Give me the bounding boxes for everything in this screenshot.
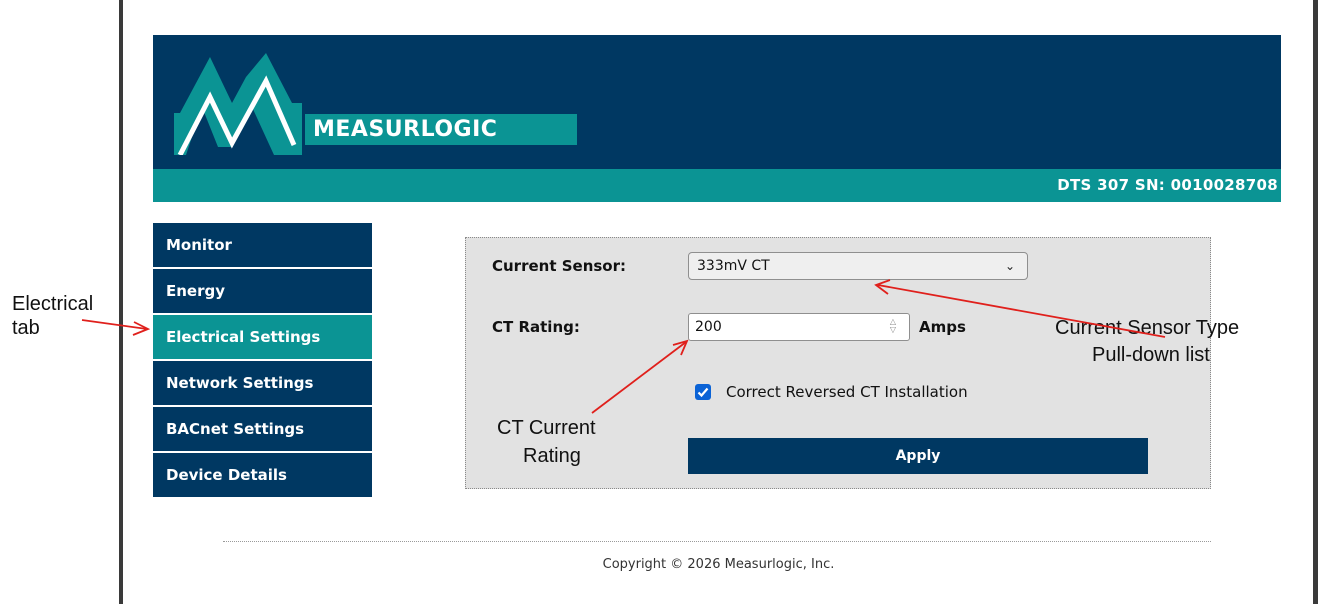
arrow-ct-rating-icon xyxy=(591,339,689,414)
arrow-sensor-type-icon xyxy=(874,279,1166,338)
annotation-arrows xyxy=(81,279,1166,414)
arrow-electrical-tab-icon xyxy=(81,319,151,336)
